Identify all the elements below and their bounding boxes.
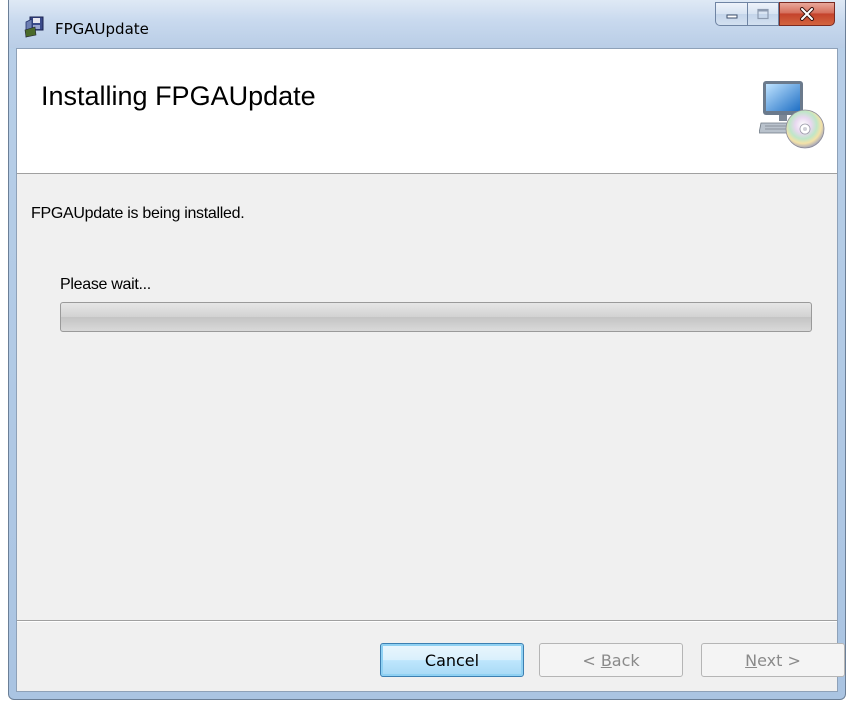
header-banner: Installing FPGAUpdate: [17, 49, 837, 174]
button-divider: [17, 620, 837, 622]
cancel-button[interactable]: Cancel: [380, 643, 524, 677]
next-button[interactable]: Next >: [701, 643, 845, 677]
maximize-button[interactable]: [747, 2, 779, 26]
window-title: FPGAUpdate: [55, 20, 149, 38]
install-progress-bar: [60, 302, 812, 332]
close-button[interactable]: [779, 2, 835, 26]
cancel-button-label: Cancel: [424, 650, 480, 670]
back-button[interactable]: < Back: [539, 643, 683, 677]
computer-disc-icon: [759, 81, 825, 149]
wait-label: Please wait...: [60, 276, 151, 293]
caption-buttons: [715, 2, 835, 28]
minimize-button[interactable]: [715, 2, 747, 26]
install-status-text: FPGAUpdate is being installed.: [31, 205, 245, 222]
back-button-prefix: <: [582, 650, 601, 670]
next-button-accel: N: [745, 650, 758, 670]
back-button-accel: B: [600, 650, 612, 670]
installer-window: FPGAUpdate Installing FPGAUpdate FPGAUpd…: [8, 0, 846, 700]
minimize-icon: [726, 14, 737, 19]
next-button-suffix: >: [782, 650, 801, 670]
close-icon: [800, 7, 814, 21]
dialog-client-area: Installing FPGAUpdate FPGAUpdate is bein…: [16, 48, 845, 692]
title-bar[interactable]: FPGAUpdate: [9, 0, 845, 48]
page-title: Installing FPGAUpdate: [41, 81, 316, 111]
installer-package-icon: [24, 16, 44, 38]
back-button-rest: ack: [611, 650, 640, 670]
maximize-icon: [757, 8, 769, 20]
next-button-rest: ext: [757, 650, 783, 670]
